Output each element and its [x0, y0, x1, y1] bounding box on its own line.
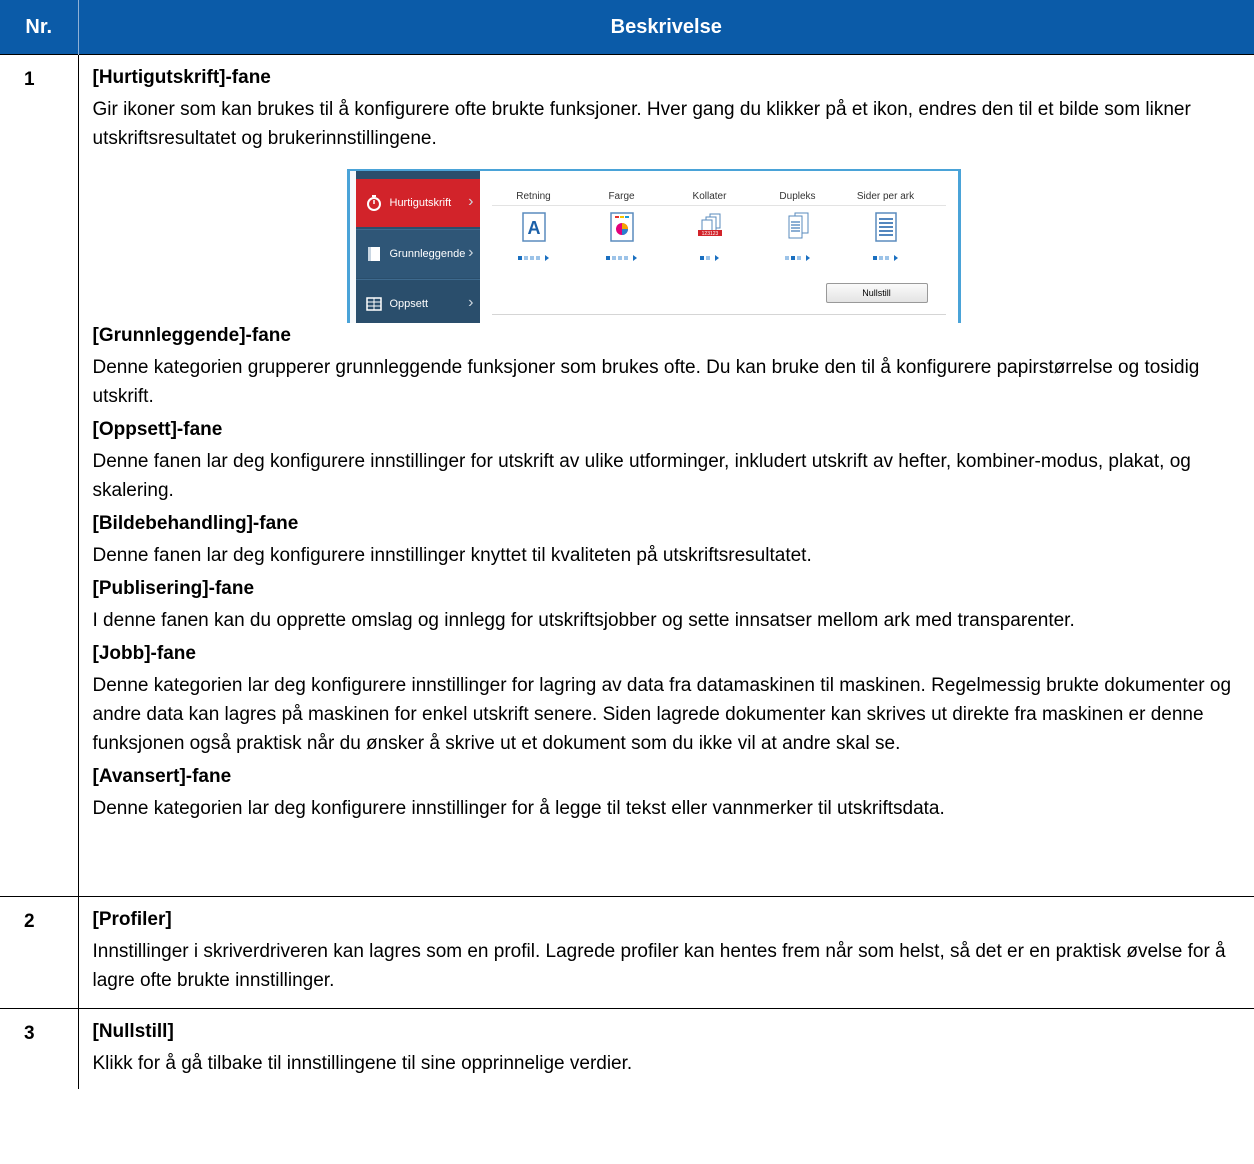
tab-label: Oppsett [389, 298, 429, 310]
section-heading: [Grunnleggende]-fane [92, 325, 291, 346]
section-text: Denne kategorien lar deg konfigurere inn… [92, 675, 1232, 754]
orientation-icon: A [521, 212, 546, 242]
section-heading: [Hurtigutskrift]-fane [92, 67, 271, 88]
section-heading: [Oppsett]-fane [92, 419, 223, 440]
chevron-right-icon: › [468, 244, 474, 261]
section-heading: [Publisering]-fane [92, 578, 255, 599]
row-description: [Nullstill] Klikk for å gå tilbake til i… [78, 1008, 1254, 1089]
option-dupleks[interactable]: Dupleks [758, 191, 838, 261]
option-label: Dupleks [779, 191, 816, 202]
option-label: Farge [608, 191, 635, 202]
tab-label: Grunnleggende [389, 248, 466, 260]
option-farge[interactable]: Farge [582, 191, 662, 261]
duplex-icon [788, 212, 808, 239]
header-nr: Nr. [0, 0, 79, 55]
section-text: Denne fanen lar deg konfigurere innstill… [92, 545, 812, 566]
chevron-right-icon: › [468, 193, 474, 210]
section-heading: [Jobb]-fane [92, 643, 196, 664]
option-label: Kollater [692, 191, 727, 202]
section-heading: [Nullstill] [92, 1021, 174, 1042]
document-icon [367, 247, 380, 261]
row-number: 3 [0, 1008, 79, 1089]
tab-hurtigutskrift[interactable]: Hurtigutskrift › [355, 179, 480, 227]
row-number: 1 [0, 54, 79, 897]
section-text: Innstillinger i skriverdriveren kan lagr… [92, 941, 1226, 991]
reset-button[interactable]: Nullstill [825, 283, 928, 303]
header-description: Beskrivelse [78, 0, 1254, 55]
description-table: Nr. Beskrivelse 1 [Hurtigutskrift]-fane … [0, 0, 1254, 1089]
option-sider-per-ark[interactable]: Sider per ark [846, 191, 926, 261]
section-text: Denne fanen lar deg konfigurere innstill… [92, 451, 1191, 501]
section-text: I denne fanen kan du opprette omslag og … [92, 610, 1075, 631]
option-indicator [494, 255, 574, 261]
tab-oppsett[interactable]: Oppsett › [355, 279, 480, 323]
row-description: [Hurtigutskrift]-fane Gir ikoner som kan… [78, 54, 1254, 897]
option-label: Retning [516, 191, 551, 202]
option-indicator [670, 255, 750, 261]
tab-grunnleggende[interactable]: Grunnleggende › [355, 229, 480, 278]
table-row: 3 [Nullstill] Klikk for å gå tilbake til… [0, 1008, 1254, 1089]
sidebar: Hurtigutskrift › Grunnleggende › Oppsett… [355, 171, 480, 323]
section-heading: [Avansert]-fane [92, 766, 232, 787]
divider [491, 314, 946, 315]
row-number: 2 [0, 896, 79, 1009]
section-heading: [Profiler] [92, 909, 172, 930]
section-text: Klikk for å gå tilbake til innstillingen… [92, 1053, 633, 1074]
tab-label: Hurtigutskrift [389, 197, 452, 209]
section-text: Denne kategorien grupperer grunnleggende… [92, 357, 1200, 407]
stopwatch-icon [366, 195, 381, 211]
color-icon [609, 212, 634, 242]
table-row: 1 [Hurtigutskrift]-fane Gir ikoner som k… [0, 54, 1254, 897]
option-retning[interactable]: Retning A [494, 191, 574, 261]
layout-grid-icon [365, 297, 382, 311]
section-text: Denne kategorien lar deg konfigurere inn… [92, 798, 945, 819]
svg-text:A: A [527, 218, 540, 238]
chevron-right-icon: › [468, 294, 474, 311]
collate-icon: 123123 [697, 213, 722, 237]
row-description: [Profiler] Innstillinger i skriverdriver… [78, 896, 1254, 1009]
options-panel: Retning A Farge Kollater 123123 Dupleks … [479, 171, 958, 323]
svg-text:123123: 123123 [701, 231, 718, 237]
pages-per-sheet-icon [874, 212, 897, 242]
option-kollater[interactable]: Kollater 123123 [670, 191, 750, 261]
table-row: 2 [Profiler] Innstillinger i skriverdriv… [0, 896, 1254, 1009]
driver-screenshot: Hurtigutskrift › Grunnleggende › Oppsett… [346, 169, 961, 323]
option-indicator [758, 255, 838, 261]
option-label: Sider per ark [856, 191, 915, 202]
section-heading: [Bildebehandling]-fane [92, 513, 299, 534]
option-indicator [582, 255, 662, 261]
section-text: Gir ikoner som kan brukes til å konfigur… [92, 99, 1191, 149]
option-indicator [846, 255, 926, 261]
